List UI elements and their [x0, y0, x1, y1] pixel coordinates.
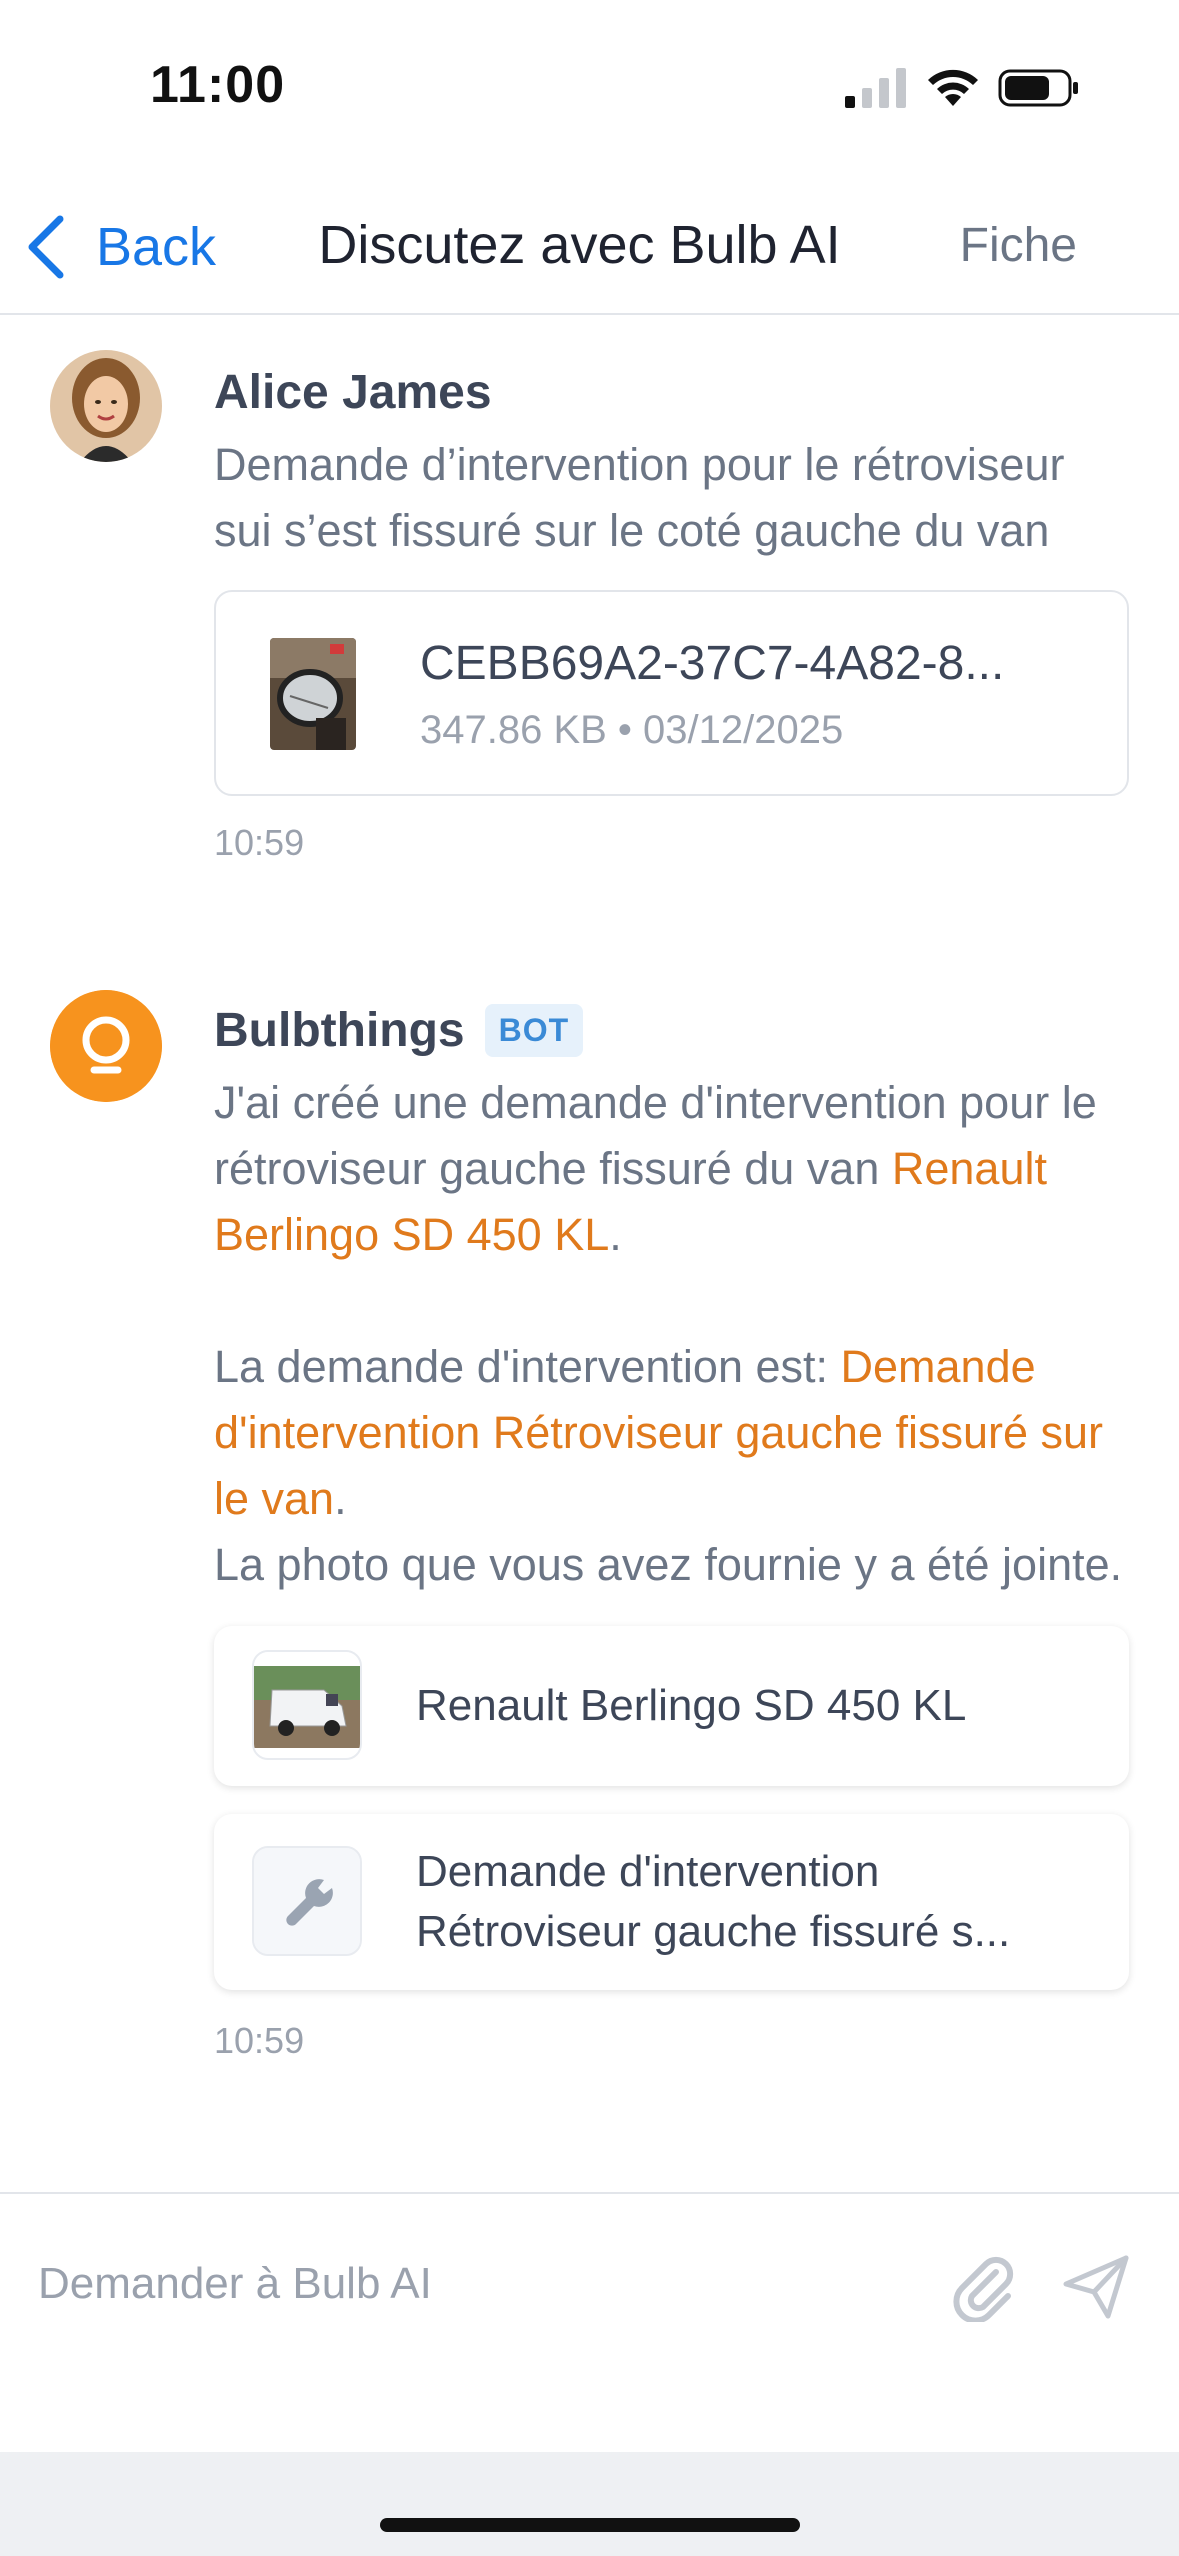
- attachment-card[interactable]: CEBB69A2-37C7-4A82-8... 347.86 KB • 03/1…: [214, 590, 1129, 796]
- sender-name: Alice James: [214, 365, 492, 419]
- vehicle-card[interactable]: Renault Berlingo SD 450 KL: [214, 1626, 1129, 1786]
- fiche-button[interactable]: Fiche: [960, 218, 1077, 273]
- intervention-card-line1: Demande d'intervention: [416, 1847, 880, 1896]
- attachment-meta: 347.86 KB • 03/12/2025: [420, 708, 844, 752]
- message-text-part: La demande d'intervention est:: [214, 1341, 841, 1392]
- message-text-part: .: [334, 1473, 347, 1524]
- message-body: Alice James Demande d’intervention pour …: [214, 360, 1129, 864]
- intervention-card-line2: Rétroviseur gauche fissuré s...: [416, 1907, 1011, 1956]
- intervention-thumbnail: [252, 1846, 362, 1956]
- message-bot: Bulbthings BOT J'ai créé une demande d'i…: [0, 990, 1179, 2140]
- attachment-name: CEBB69A2-37C7-4A82-8...: [420, 637, 1005, 690]
- bot-avatar[interactable]: [50, 990, 162, 1102]
- chat-input[interactable]: [38, 2244, 918, 2324]
- wifi-icon: [928, 69, 978, 106]
- vehicle-card-label: Renault Berlingo SD 450 KL: [416, 1681, 967, 1730]
- avatar[interactable]: [50, 350, 162, 462]
- paperclip-icon[interactable]: [950, 2252, 1020, 2322]
- home-indicator-area: [0, 2452, 1179, 2556]
- message-user: Alice James Demande d’intervention pour …: [0, 350, 1179, 950]
- battery-icon: [998, 69, 1078, 107]
- sender-row: Alice James: [214, 360, 1129, 424]
- message-body: Bulbthings BOT J'ai créé une demande d'i…: [214, 998, 1129, 2062]
- bot-badge: BOT: [484, 1003, 584, 1057]
- intervention-card-label: Demande d'intervention Rétroviseur gauch…: [416, 1842, 1069, 1962]
- send-icon[interactable]: [1060, 2252, 1132, 2322]
- message-text: La demande d'intervention est: Demande d…: [214, 1334, 1134, 1532]
- attachment-thumbnail: [270, 638, 356, 750]
- sender-row: Bulbthings BOT: [214, 998, 1129, 1062]
- intervention-card[interactable]: Demande d'intervention Rétroviseur gauch…: [214, 1814, 1129, 1990]
- status-bar: 11:00: [0, 0, 1179, 170]
- message-text: La photo que vous avez fournie y a été j…: [214, 1539, 1123, 1590]
- vehicle-thumbnail: [252, 1650, 362, 1760]
- message-timestamp: 10:59: [214, 822, 305, 863]
- chat-input-bar: [0, 2192, 1179, 2452]
- bulb-logo-icon: [50, 990, 162, 1102]
- nav-bar: Back Discutez avec Bulb AI Fiche: [0, 170, 1179, 315]
- sender-name: Bulbthings: [214, 1003, 465, 1057]
- cellular-signal-icon: [845, 68, 906, 108]
- message-text-part: .: [609, 1209, 622, 1260]
- message-timestamp: 10:59: [214, 2020, 305, 2061]
- message-text: Demande d’intervention pour le rétrovise…: [214, 439, 1065, 556]
- wrench-icon: [254, 1848, 360, 1954]
- message-text: J'ai créé une demande d'intervention pou…: [214, 1070, 1134, 1268]
- user-avatar-image: [50, 350, 162, 462]
- home-indicator[interactable]: [380, 2518, 800, 2532]
- status-time: 11:00: [150, 56, 286, 114]
